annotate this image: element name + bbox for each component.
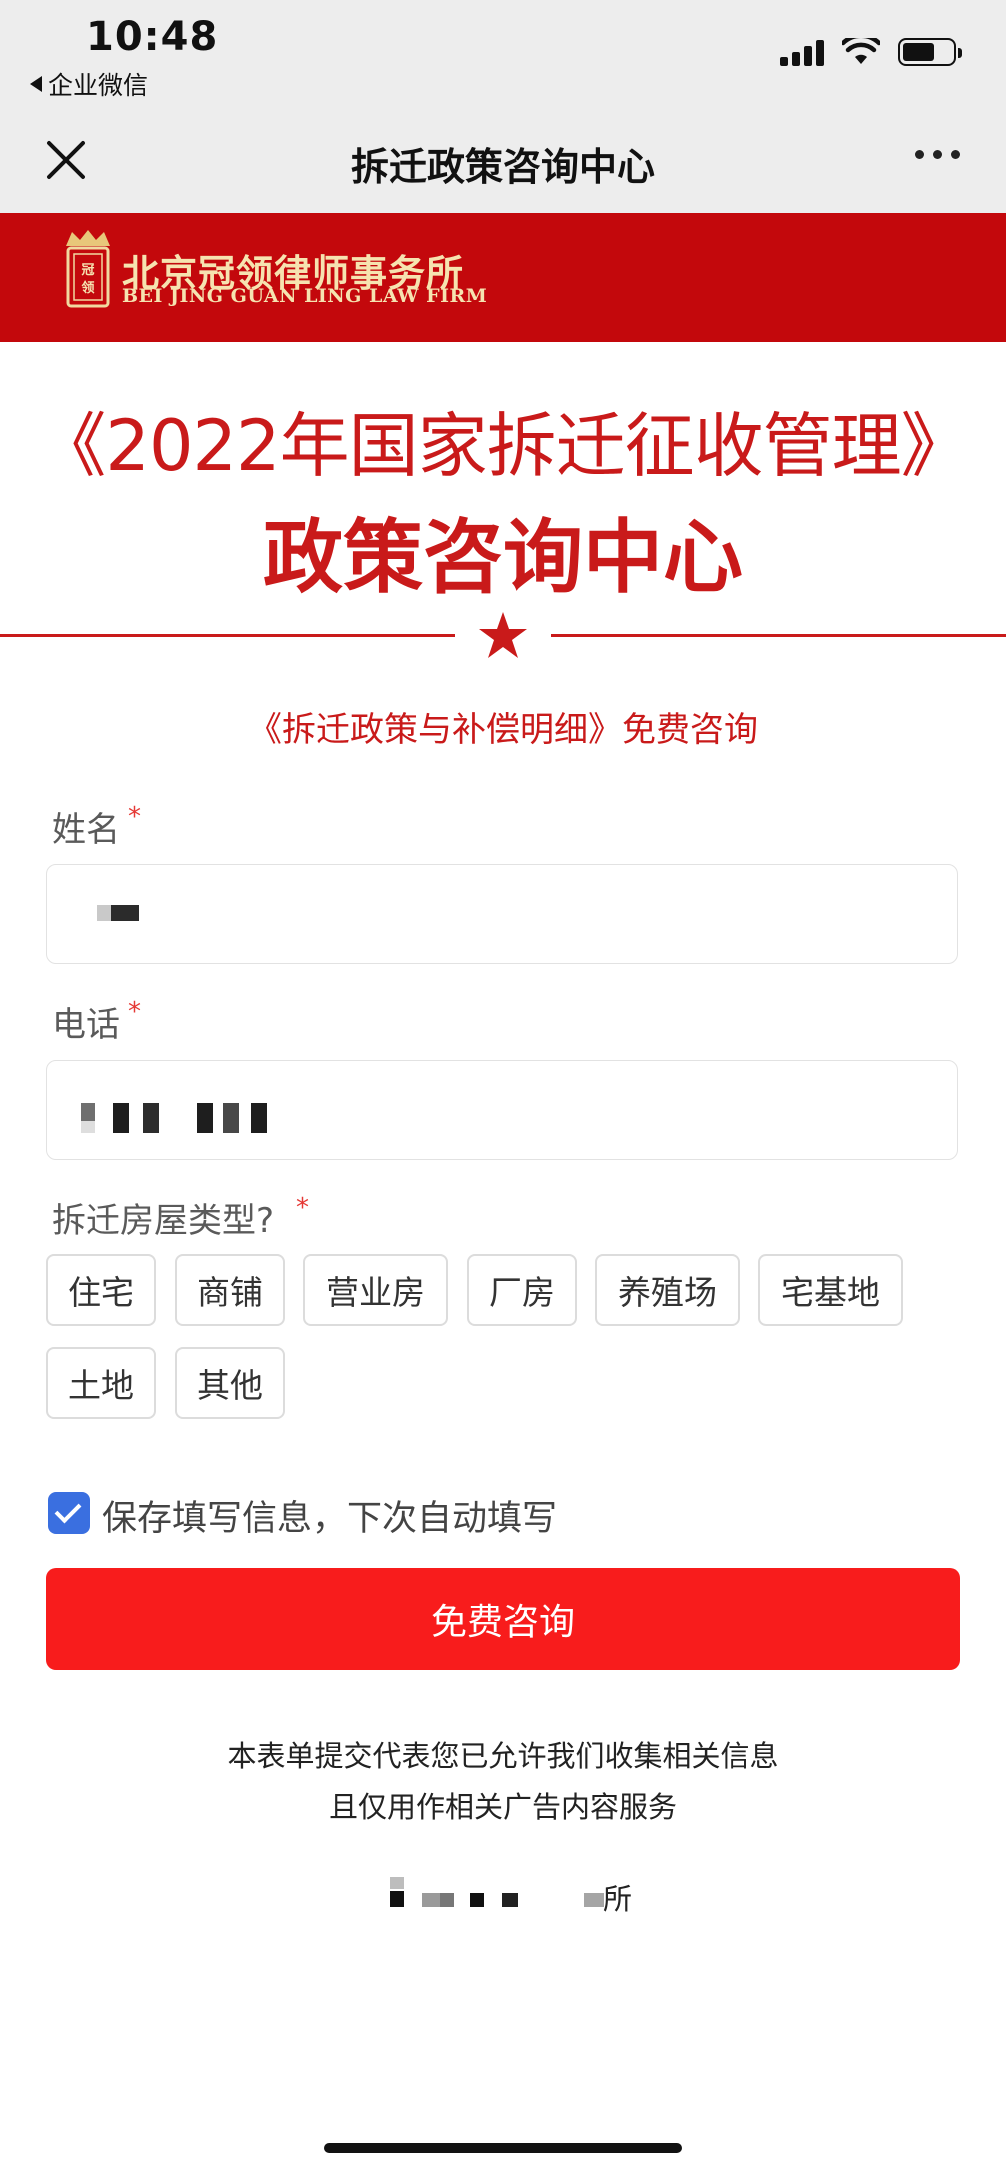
divider-right — [551, 634, 1006, 637]
phone-input[interactable] — [46, 1060, 958, 1160]
house-type-option[interactable]: 宅基地 — [758, 1254, 903, 1326]
top-bar: 10:48 企业微信 拆迁政策咨询中心 — [0, 0, 1006, 213]
house-type-option[interactable]: 其他 — [175, 1347, 285, 1419]
privacy-notice-line2: 且仅用作相关广告内容服务 — [328, 1790, 677, 1824]
home-indicator[interactable] — [324, 2143, 682, 2153]
redacted-value — [97, 905, 111, 921]
status-icons — [780, 38, 962, 66]
house-type-option[interactable]: 土地 — [46, 1347, 156, 1419]
house-type-label: 拆迁房屋类型? * — [52, 1193, 310, 1241]
save-info-label[interactable]: 保存填写信息，下次自动填写 — [102, 1490, 557, 1541]
privacy-notice-line1: 本表单提交代表您已允许我们收集相关信息 — [227, 1739, 779, 1773]
page-title: 拆迁政策咨询中心 — [350, 145, 655, 189]
headline-title: 《2022年国家拆迁征收管理》 — [36, 405, 970, 487]
house-type-option[interactable]: 住宅 — [46, 1254, 156, 1326]
svg-text:冠: 冠 — [81, 263, 94, 278]
consult-subheading: 《拆迁政策与补偿明细》免费咨询 — [248, 710, 758, 750]
status-time: 10:48 — [86, 14, 219, 60]
star-icon — [479, 612, 527, 658]
footer-org-name: 所 — [603, 1882, 633, 1916]
battery-icon — [898, 38, 962, 66]
wifi-icon — [842, 38, 880, 64]
house-type-option[interactable]: 养殖场 — [595, 1254, 740, 1326]
required-mark: * — [128, 997, 141, 1027]
phone-label: 电话 * — [52, 997, 141, 1045]
back-to-app-link[interactable]: 企业微信 — [30, 66, 148, 102]
required-mark: * — [128, 802, 141, 832]
signal-icon — [780, 38, 824, 66]
redacted-value — [111, 905, 139, 921]
house-type-option[interactable]: 营业房 — [303, 1254, 448, 1326]
save-info-checkbox[interactable] — [48, 1492, 90, 1534]
required-mark: * — [296, 1193, 310, 1223]
house-type-option[interactable]: 商铺 — [175, 1254, 285, 1326]
name-input[interactable] — [46, 864, 958, 964]
submit-button[interactable]: 免费咨询 — [46, 1568, 960, 1670]
back-arrow-icon — [30, 76, 42, 92]
back-app-label: 企业微信 — [48, 71, 149, 100]
divider-left — [0, 634, 455, 637]
svg-text:领: 领 — [81, 280, 94, 296]
headline-subtitle: 政策咨询中心 — [263, 510, 743, 604]
more-icon[interactable] — [915, 150, 960, 159]
house-type-option[interactable]: 厂房 — [467, 1254, 577, 1326]
law-firm-logo-icon: 冠 领 — [66, 230, 110, 308]
name-label: 姓名 * — [52, 802, 141, 850]
brand-name-en: BEI JING GUAN LING LAW FIRM — [122, 285, 488, 307]
